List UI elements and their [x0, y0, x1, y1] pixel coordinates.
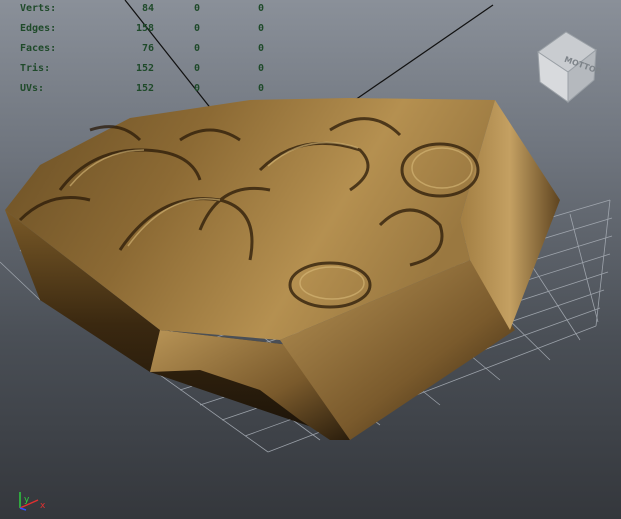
- hud-stat-label: Edges:: [20, 23, 57, 34]
- hud-stat-component: 0: [258, 63, 265, 74]
- hud-stat-label: UVs:: [20, 83, 45, 94]
- view-cube-icon[interactable]: MOTTOB: [537, 31, 603, 104]
- poly-count-hud: Verts: 84 0 0 Edges: 158 0 0 Faces: 76 0 0 Tris: 152 0…: [0, 0, 290, 100]
- hud-stat-component: 0: [258, 3, 265, 14]
- 3d-viewport[interactable]: MOTTOB Verts: 84 0 0 Edges: 158 0 0 Faces: 76 0 0 Tr…: [0, 0, 621, 519]
- y-axis-label: y: [24, 495, 30, 505]
- hud-stat-object: 84: [141, 3, 154, 14]
- model-mesh[interactable]: [5, 98, 560, 440]
- hud-stat-object: 152: [135, 63, 154, 74]
- z-axis-line: [19, 507, 27, 511]
- hud-stat-selected: 0: [194, 3, 201, 14]
- hud-row: Tris: 152 0 0: [20, 63, 280, 77]
- hud-stat-selected: 0: [194, 83, 201, 94]
- hud-row: Edges: 158 0 0: [20, 23, 280, 37]
- hud-stat-object: 76: [141, 43, 154, 54]
- hud-row: Verts: 84 0 0: [20, 3, 280, 17]
- hud-row: Faces: 76 0 0: [20, 43, 280, 57]
- hud-stat-selected: 0: [194, 63, 201, 74]
- hud-row: UVs: 152 0 0: [20, 83, 280, 97]
- hud-stat-selected: 0: [194, 23, 201, 34]
- hud-stat-label: Verts:: [20, 3, 57, 14]
- hud-stat-object: 152: [135, 83, 154, 94]
- axis-gizmo-icon: y x: [19, 492, 46, 511]
- hud-stat-object: 158: [135, 23, 154, 34]
- x-axis-label: x: [40, 501, 46, 511]
- hud-stat-label: Tris:: [20, 63, 51, 74]
- hud-stat-component: 0: [258, 23, 265, 34]
- hud-stat-component: 0: [258, 83, 265, 94]
- hud-stat-selected: 0: [194, 43, 201, 54]
- hud-stat-component: 0: [258, 43, 265, 54]
- hud-stat-label: Faces:: [20, 43, 57, 54]
